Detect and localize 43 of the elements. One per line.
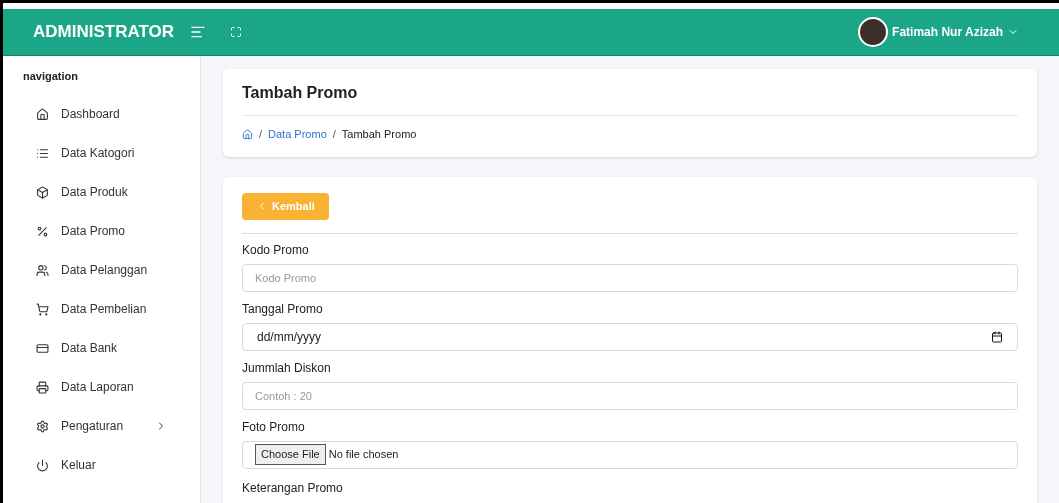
- sidebar-item[interactable]: Data Pembelian: [3, 289, 200, 329]
- settings-icon: [36, 419, 49, 433]
- card-icon: [36, 341, 49, 355]
- percent-icon: [36, 224, 49, 238]
- power-icon: [36, 458, 49, 472]
- field-label: Kodo Promo: [242, 242, 310, 258]
- cart-icon: [36, 302, 49, 316]
- input-field[interactable]: Contoh : 20: [242, 381, 1018, 410]
- box-icon: [36, 185, 49, 199]
- users-icon: [36, 263, 49, 277]
- calendar-icon[interactable]: [991, 330, 1003, 343]
- sidebar-item[interactable]: Keluar: [3, 445, 200, 485]
- date-field[interactable]: dd/mm/yyyy: [242, 322, 1018, 351]
- brand-title: ADMINISTRATOR: [33, 21, 175, 44]
- list-icon: [36, 146, 49, 160]
- printer-icon: [36, 380, 49, 394]
- sidebar-item[interactable]: Data Katogori: [3, 133, 200, 173]
- sidebar-item[interactable]: Data Produk: [3, 172, 200, 212]
- breadcrumb-separator: /: [332, 127, 336, 142]
- file-status: No file chosen: [328, 447, 399, 463]
- breadcrumb-link[interactable]: Data Promo: [268, 126, 327, 143]
- sidebar-item[interactable]: Data Pelanggan: [3, 250, 200, 290]
- sidebar-heading: navigation: [22, 69, 79, 84]
- field-label: Jummlah Diskon: [242, 360, 332, 376]
- sidebar-item[interactable]: Data Bank: [3, 328, 200, 368]
- field-label: Tanggal Promo: [242, 301, 324, 317]
- sidebar-item[interactable]: Dashboard: [3, 94, 200, 134]
- avatar[interactable]: [858, 17, 889, 47]
- home-icon[interactable]: [242, 128, 253, 140]
- breadcrumb-separator: /: [259, 127, 263, 142]
- choose-file-button[interactable]: Choose File: [255, 444, 326, 465]
- sidebar-item[interactable]: Data Promo: [3, 211, 200, 251]
- file-field[interactable]: Choose File No file chosen: [242, 440, 1018, 469]
- breadcrumb-current: Tambah Promo: [341, 127, 417, 142]
- sidebar-item[interactable]: Pengaturan: [3, 406, 200, 446]
- field-label: Foto Promo: [242, 419, 306, 435]
- page-title: Tambah Promo: [242, 81, 1018, 116]
- fullscreen-icon[interactable]: [230, 26, 243, 38]
- input-field[interactable]: Kodo Promo: [242, 263, 1018, 292]
- menu-icon[interactable]: [190, 24, 207, 40]
- field-label: Keterangan Promo: [242, 480, 344, 496]
- sidebar-item[interactable]: Data Laporan: [3, 367, 200, 407]
- home-icon: [36, 107, 49, 121]
